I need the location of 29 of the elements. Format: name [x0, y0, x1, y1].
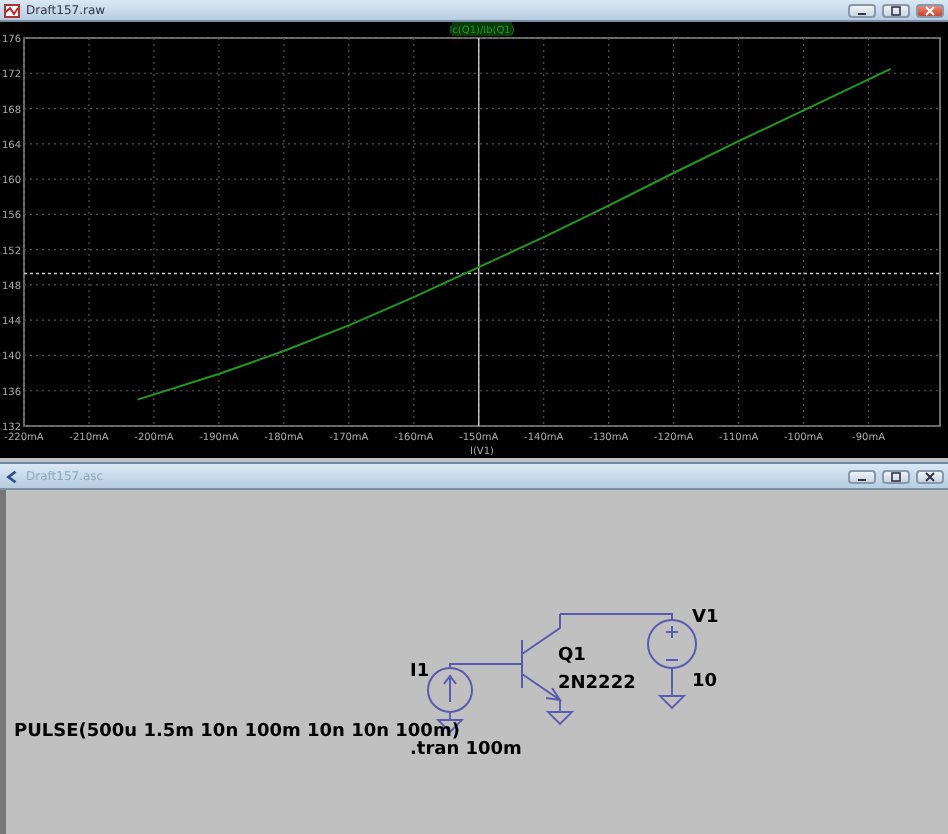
minimize-button[interactable]: [848, 3, 876, 17]
app-icon: [4, 3, 20, 17]
maximize-button[interactable]: [882, 469, 910, 483]
current-source-symbol: [427, 667, 473, 713]
ground-symbol: [547, 703, 575, 725]
wire: [671, 667, 673, 689]
ground-symbol: [659, 687, 687, 709]
component-value: PULSE(500u 1.5m 10n 100m 10n 10n 100m): [14, 722, 460, 742]
close-button[interactable]: [916, 469, 944, 483]
spice-directive: .tran 100m: [410, 740, 522, 760]
voltage-source-symbol: [647, 619, 697, 669]
minimize-button[interactable]: [848, 469, 876, 483]
component-label: V1: [692, 608, 719, 628]
wire: [559, 613, 673, 621]
component-value: 10: [692, 672, 718, 692]
component-label: I1: [410, 662, 430, 682]
cursor-line[interactable]: [23, 272, 941, 275]
back-icon: [4, 469, 20, 483]
close-icon: [924, 471, 936, 481]
component-value: 2N2222: [558, 674, 636, 694]
maximize-icon: [890, 5, 902, 15]
maximize-button[interactable]: [882, 3, 910, 17]
trace-label-background: [452, 22, 512, 36]
transistor-symbol: [521, 613, 563, 705]
maximize-icon: [890, 471, 902, 481]
component-label: Q1: [558, 646, 586, 666]
close-button[interactable]: [916, 3, 944, 17]
wire: [449, 663, 523, 669]
close-icon: [924, 5, 936, 15]
